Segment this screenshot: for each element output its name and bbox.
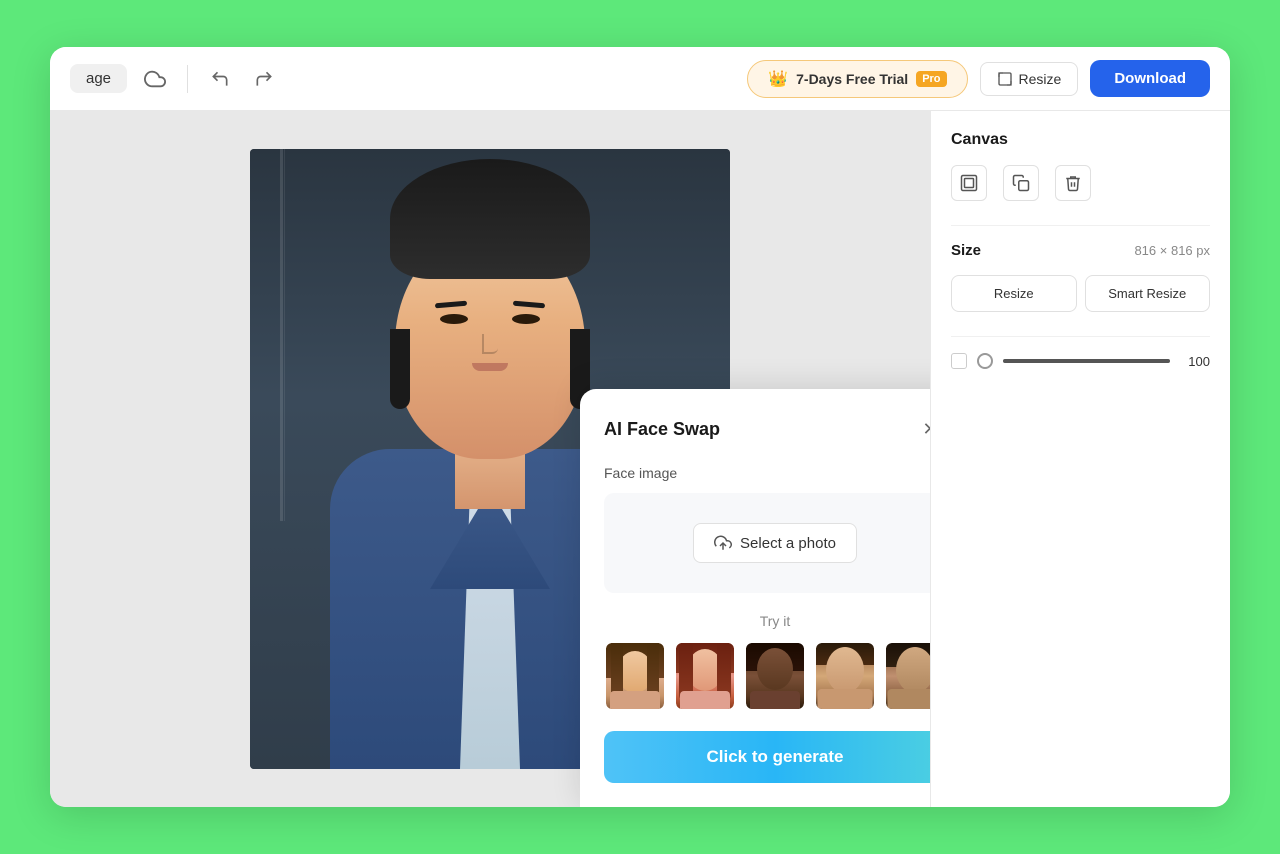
copy-icon-btn[interactable] (1003, 165, 1039, 201)
opacity-value: 100 (1180, 354, 1210, 369)
try-it-label: Try it (604, 613, 930, 629)
resize-options: Resize Smart Resize (951, 275, 1210, 312)
opacity-slider[interactable] (1003, 359, 1170, 363)
dialog-close-button[interactable]: ✕ (914, 413, 930, 445)
canvas-icons (951, 165, 1210, 201)
size-label: Size (951, 242, 981, 259)
canvas-panel-title: Canvas (951, 131, 1210, 149)
select-photo-button[interactable]: Select a photo (693, 523, 857, 563)
dialog-title: AI Face Swap (604, 419, 720, 440)
resize-btn-label: Resize (1019, 71, 1062, 87)
crown-icon: 👑 (768, 69, 788, 89)
trial-button[interactable]: 👑 7-Days Free Trial Pro (747, 60, 967, 98)
ai-face-swap-dialog: AI Face Swap ✕ Face image Select a photo (580, 389, 930, 807)
resize-option-btn[interactable]: Resize (951, 275, 1077, 312)
sample-face-1[interactable] (604, 641, 666, 711)
dialog-header: AI Face Swap ✕ (604, 413, 930, 445)
size-row: Size 816 × 816 px (951, 242, 1210, 259)
panel-divider-1 (951, 225, 1210, 226)
opacity-row: 100 (951, 353, 1210, 369)
right-panel: Canvas (930, 111, 1230, 807)
toolbar-left: age (70, 63, 735, 95)
resize-button[interactable]: Resize (980, 62, 1079, 96)
page-label: age (70, 64, 127, 93)
pro-badge: Pro (916, 71, 946, 87)
delete-icon-btn[interactable] (1055, 165, 1091, 201)
opacity-checkbox[interactable] (951, 353, 967, 369)
main-area: ⊛ insMind AI Face Swap ✕ Face image (50, 111, 1230, 807)
face-image-label: Face image (604, 465, 930, 481)
app-window: age 👑 7- (50, 47, 1230, 807)
download-button[interactable]: Download (1090, 60, 1210, 97)
resize-icon (997, 71, 1013, 87)
smart-resize-option-btn[interactable]: Smart Resize (1085, 275, 1211, 312)
sample-face-5[interactable] (884, 641, 930, 711)
undo-icon[interactable] (204, 63, 236, 95)
toolbar-divider (187, 65, 188, 93)
opacity-icon (977, 353, 993, 369)
upload-icon (714, 534, 732, 552)
cloud-icon[interactable] (139, 63, 171, 95)
generate-button[interactable]: Click to generate (604, 731, 930, 783)
sample-faces (604, 641, 930, 711)
sample-face-4[interactable] (814, 641, 876, 711)
redo-icon[interactable] (248, 63, 280, 95)
size-value: 816 × 816 px (1134, 243, 1210, 258)
toolbar: age 👑 7- (50, 47, 1230, 111)
sample-face-2[interactable] (674, 641, 736, 711)
sample-face-3[interactable] (744, 641, 806, 711)
frame-icon-btn[interactable] (951, 165, 987, 201)
canvas-area: ⊛ insMind AI Face Swap ✕ Face image (50, 111, 930, 807)
photo-upload-area[interactable]: Select a photo (604, 493, 930, 593)
trial-label: 7-Days Free Trial (796, 71, 908, 87)
toolbar-right: 👑 7-Days Free Trial Pro Resize Download (747, 60, 1210, 98)
panel-divider-2 (951, 336, 1210, 337)
select-photo-label: Select a photo (740, 535, 836, 552)
